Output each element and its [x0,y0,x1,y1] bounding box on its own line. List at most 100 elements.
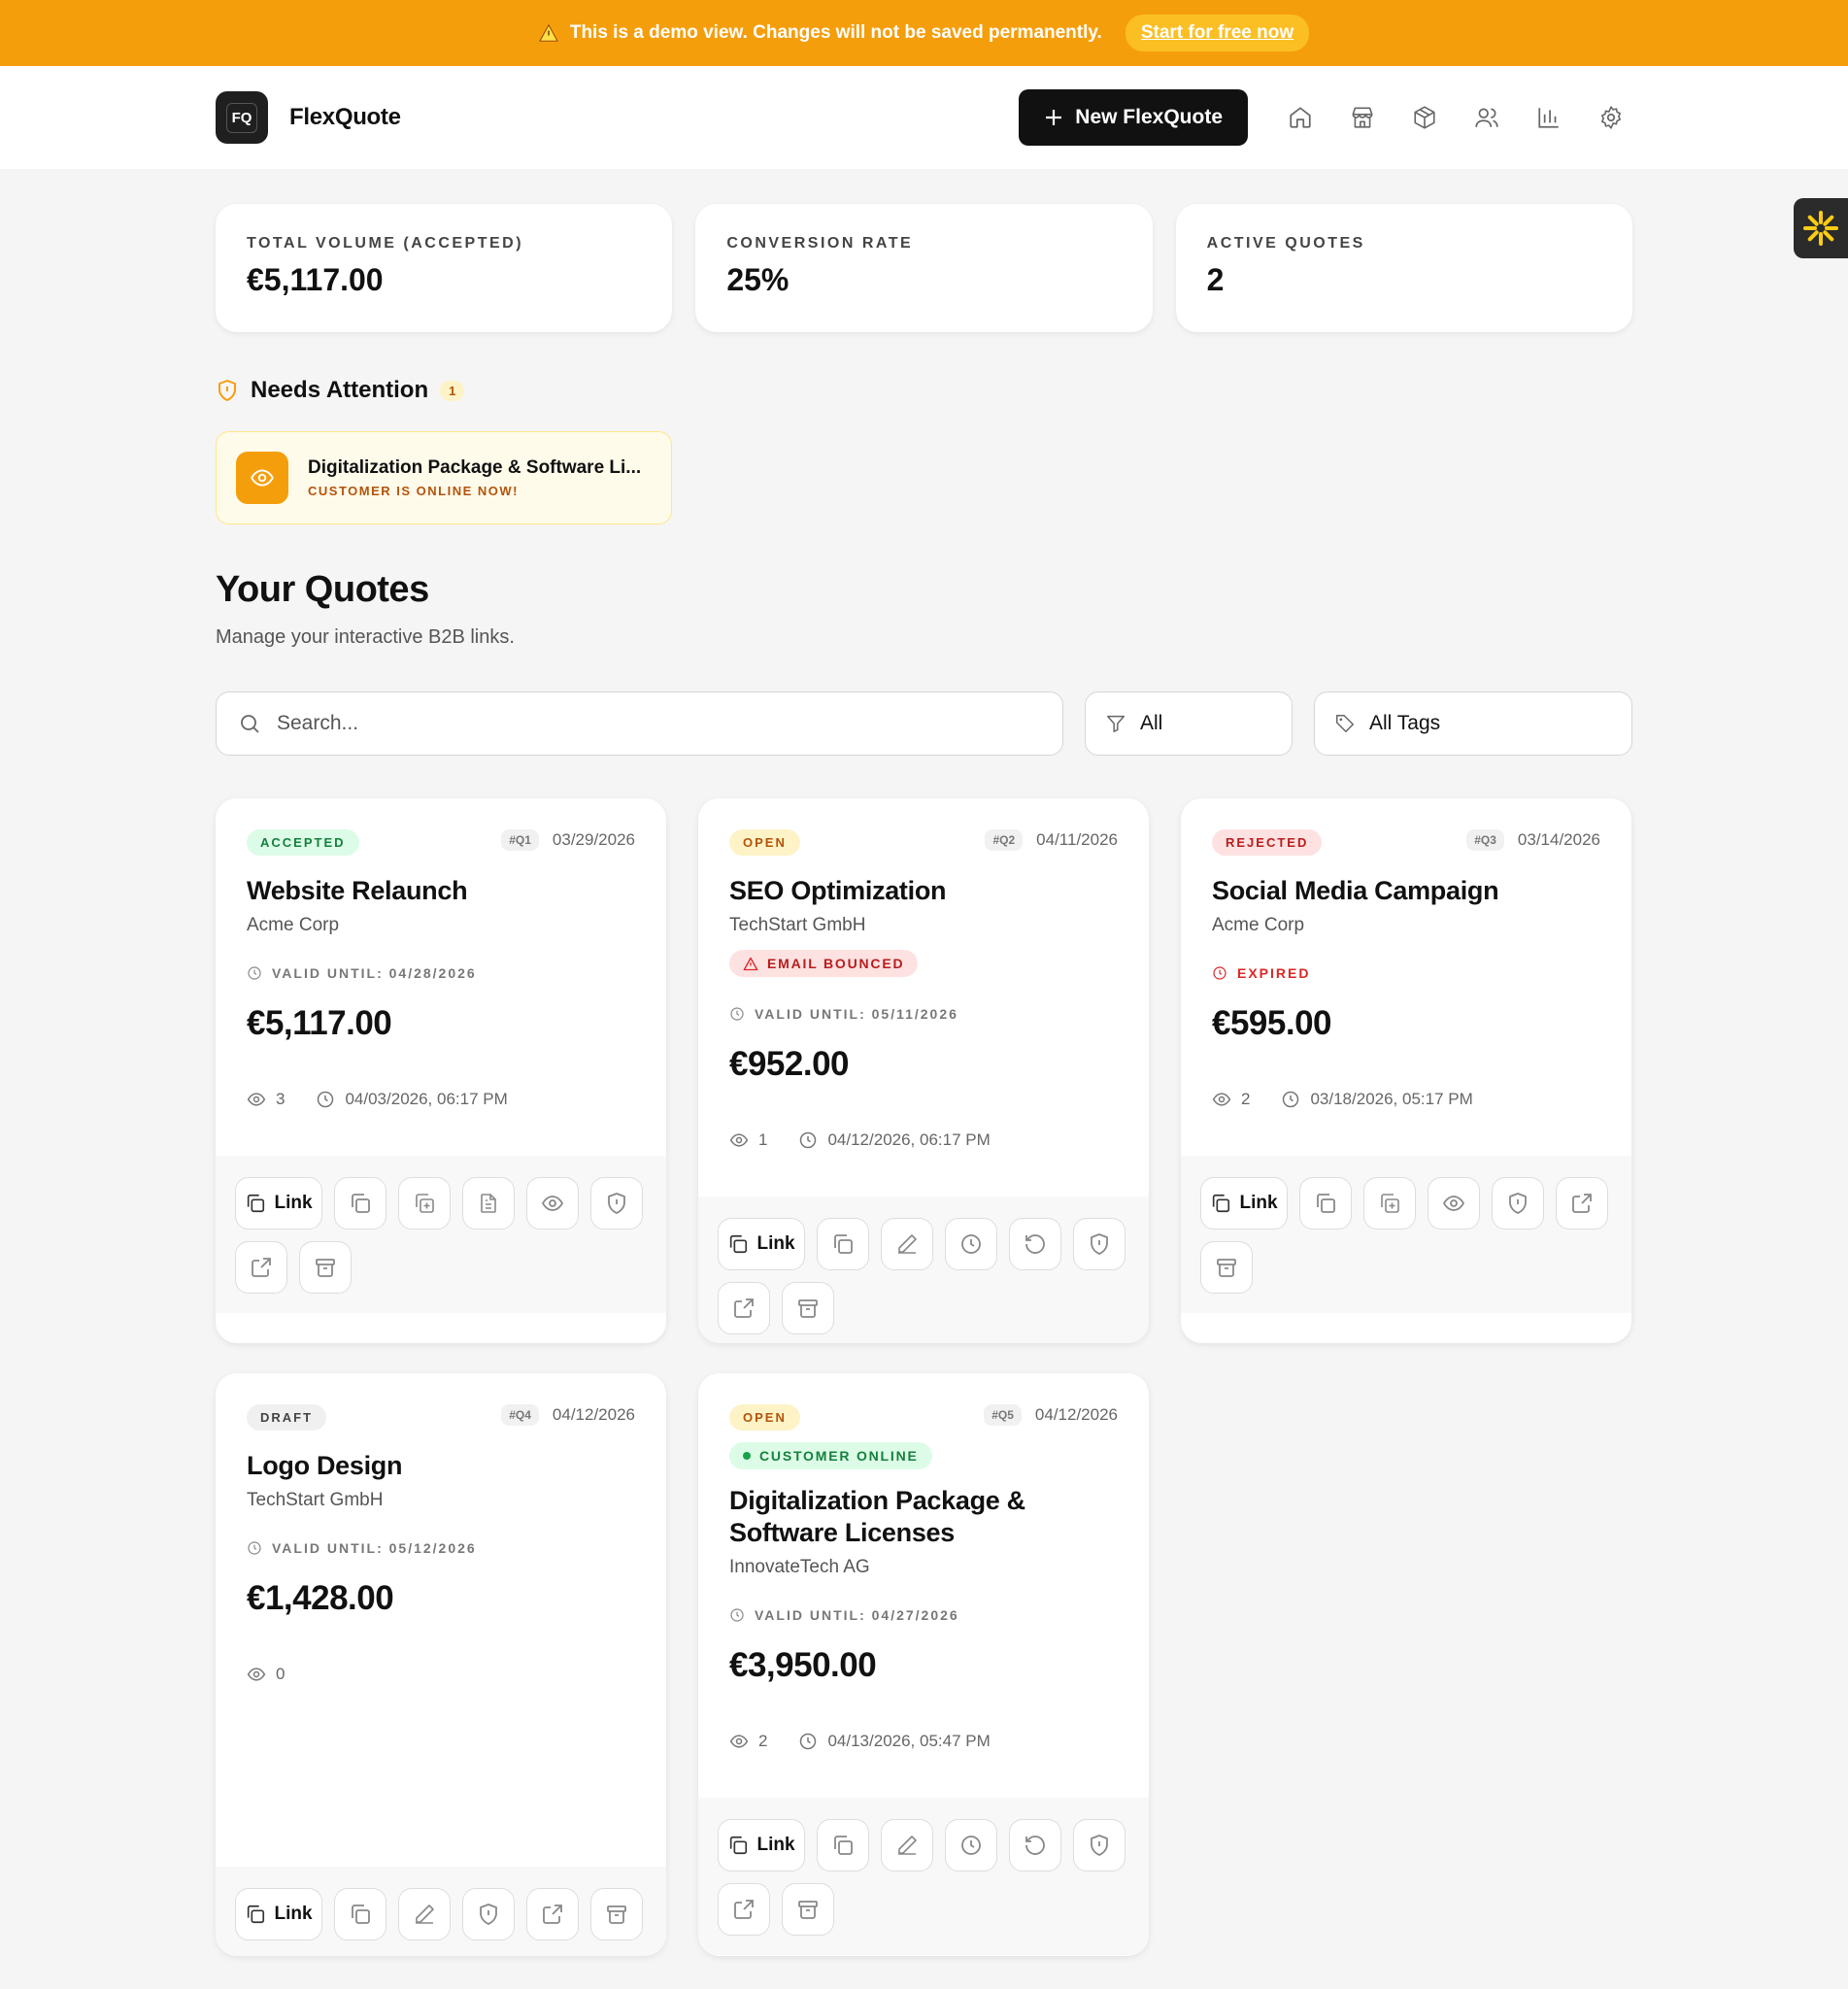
copy-icon [831,1834,855,1857]
security-button[interactable] [462,1888,515,1940]
copy-link-button[interactable]: Link [718,1218,805,1270]
brand[interactable]: FQ FlexQuote [216,91,401,144]
stat-conversion-rate: CONVERSION RATE 25% [695,204,1153,332]
last-viewed: 04/13/2026, 05:47 PM [827,1732,991,1750]
chart-icon [1538,108,1559,128]
quote-number: #Q1 [501,829,539,851]
tags-filter[interactable]: All Tags [1314,691,1632,756]
home-icon [1290,107,1311,128]
duplicate-button[interactable] [398,1177,451,1230]
security-button[interactable] [590,1177,643,1230]
archive-button[interactable] [1200,1241,1253,1294]
copy-link-button[interactable]: Link [718,1819,805,1871]
archive-button[interactable] [590,1888,643,1940]
preview-button[interactable] [1428,1177,1480,1230]
nav-customers[interactable] [1465,96,1508,139]
new-flexquote-button[interactable]: New FlexQuote [1019,89,1248,146]
security-button[interactable] [1492,1177,1544,1230]
status-filter[interactable]: All [1085,691,1293,756]
quote-card[interactable]: OPEN #Q5 04/12/2026 CUSTOMER ONLINE Digit… [698,1373,1149,1956]
quote-card[interactable]: OPEN #Q2 04/11/2026 SEO Optimization Tech… [698,798,1149,1343]
quote-meta: #Q4 04/12/2026 [501,1404,635,1426]
nav-analytics[interactable] [1528,96,1570,139]
security-button[interactable] [1073,1218,1126,1270]
copy-link-button[interactable]: Link [235,1888,322,1940]
start-free-link[interactable]: Start for free now [1125,15,1310,51]
shield-icon [1088,1232,1111,1256]
nav-settings[interactable] [1590,96,1632,139]
quote-card[interactable]: REJECTED #Q3 03/14/2026 Social Media Camp… [1181,798,1631,1343]
app-name: FlexQuote [289,104,401,130]
stat-value: 2 [1206,262,1225,297]
nav-store[interactable] [1341,96,1384,139]
copy-button[interactable] [1299,1177,1352,1230]
copy-button[interactable] [334,1177,386,1230]
extend-validity-button[interactable] [945,1819,997,1871]
flag-text: EMAIL BOUNCED [767,956,905,971]
last-viewed: 04/12/2026, 06:17 PM [827,1130,991,1149]
quote-stats: 0 [247,1665,635,1731]
duplicate-button[interactable] [1363,1177,1416,1230]
reset-button[interactable] [1009,1819,1061,1871]
archive-button[interactable] [782,1883,834,1936]
copy-link-button[interactable]: Link [1200,1177,1288,1230]
stat-active-quotes: ACTIVE QUOTES 2 [1175,204,1632,332]
quote-card[interactable]: ACCEPTED #Q1 03/29/2026 Website Relaunch … [216,798,666,1343]
copy-button[interactable] [817,1218,869,1270]
copy-button[interactable] [817,1819,869,1871]
clock-icon [247,1540,262,1556]
pen-icon [413,1903,436,1926]
quote-card[interactable]: DRAFT #Q4 04/12/2026 Logo Design TechStar… [216,1373,666,1956]
document-button[interactable] [462,1177,515,1230]
attention-item-subtitle: CUSTOMER IS ONLINE NOW! [308,484,519,498]
quote-date: 03/29/2026 [552,830,635,849]
side-widget[interactable] [1794,198,1848,258]
open-external-button[interactable] [1556,1177,1608,1230]
users-icon [1475,108,1498,127]
stats-row: TOTAL VOLUME (ACCEPTED) €5,117.00 CONVER… [216,204,1632,332]
copy-icon [727,1835,749,1856]
eye-icon [541,1192,564,1215]
card-actions: Link [216,1867,666,1956]
tag-icon [1336,715,1354,732]
open-external-button[interactable] [718,1282,770,1334]
preview-button[interactable] [526,1177,579,1230]
clock-icon [316,1090,335,1109]
box-icon [1414,106,1435,129]
nav-products[interactable] [1403,96,1446,139]
stat-value: €5,117.00 [247,262,384,297]
card-actions: Link [698,1798,1149,1955]
alert-triangle-icon [743,957,758,970]
shield-icon [1088,1834,1111,1857]
nav-home[interactable] [1279,96,1322,139]
copy-button[interactable] [334,1888,386,1940]
attention-item[interactable]: Digitalization Package & Software Li... … [216,431,672,524]
search-input[interactable]: Search... [216,691,1063,756]
view-count: 2 [1241,1090,1251,1108]
eye-icon [729,1732,749,1751]
duplicate-icon [1378,1192,1401,1215]
needs-attention-title: Needs Attention [251,377,429,403]
valid-until-text: VALID UNTIL: 05/11/2026 [755,1006,958,1022]
undo-icon [1024,1834,1047,1857]
archive-button[interactable] [782,1282,834,1334]
filter-bar: Search... All All Tags [216,691,1632,756]
reset-button[interactable] [1009,1218,1061,1270]
edit-button[interactable] [881,1218,933,1270]
archive-icon [796,1898,820,1921]
open-external-button[interactable] [235,1241,287,1294]
status-badge: OPEN [729,829,800,856]
view-count: 2 [758,1732,768,1750]
extend-validity-button[interactable] [945,1218,997,1270]
edit-button[interactable] [881,1819,933,1871]
clock-icon [729,1607,745,1623]
stat-label: TOTAL VOLUME (ACCEPTED) [247,235,524,252]
edit-button[interactable] [398,1888,451,1940]
external-link-icon [250,1256,273,1279]
security-button[interactable] [1073,1819,1126,1871]
archive-button[interactable] [299,1241,352,1294]
open-external-button[interactable] [718,1883,770,1936]
undo-icon [1024,1232,1047,1256]
open-external-button[interactable] [526,1888,579,1940]
copy-link-button[interactable]: Link [235,1177,322,1230]
